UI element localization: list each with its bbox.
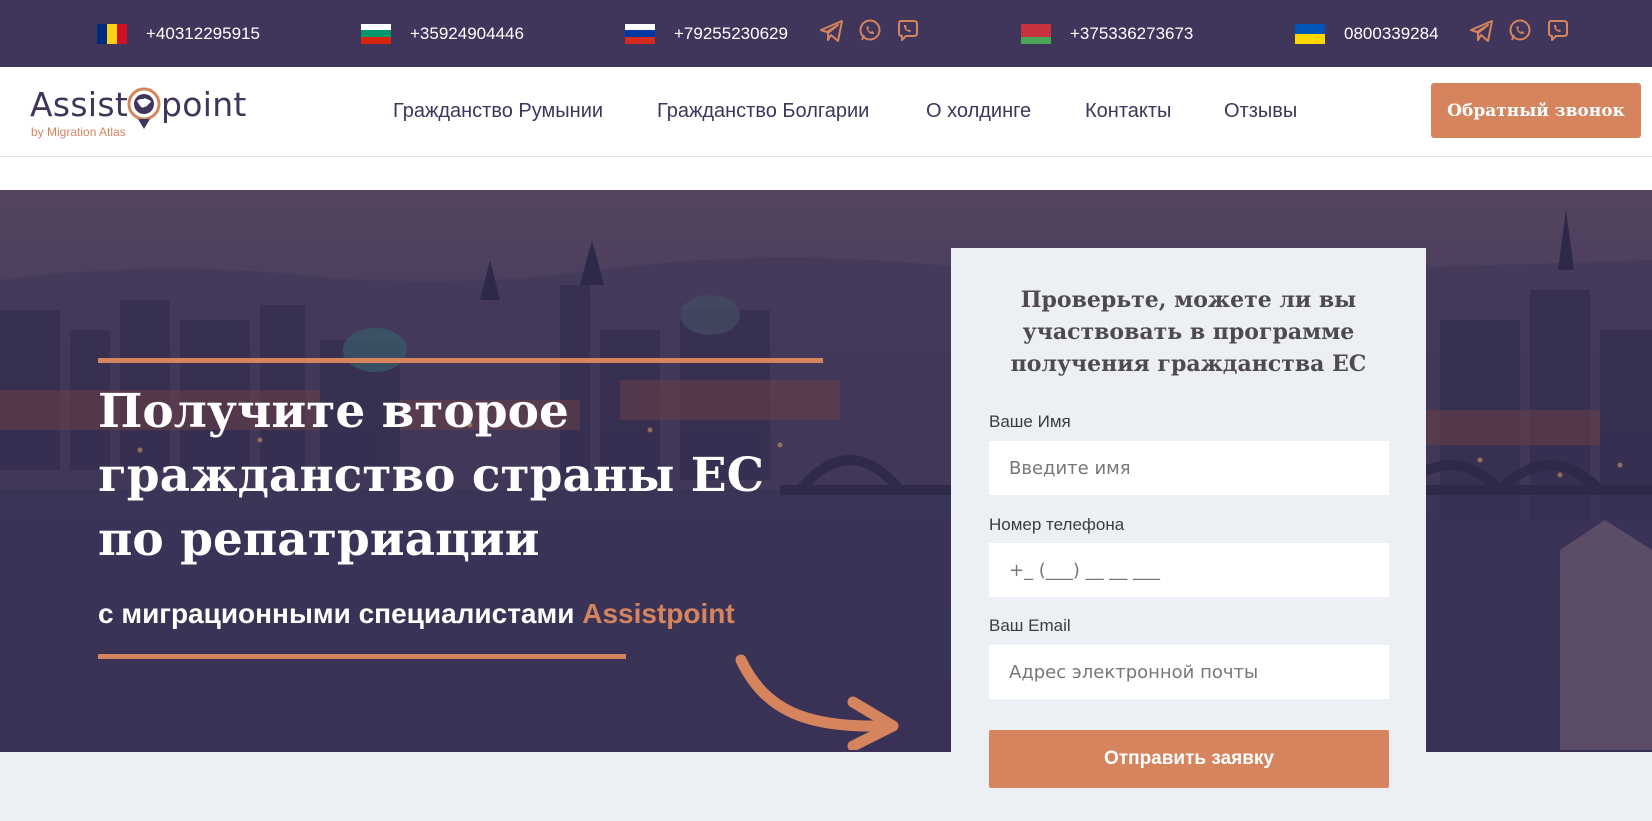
nav-link[interactable]: Отзывы bbox=[1224, 100, 1297, 123]
logo-text-point: point bbox=[161, 85, 247, 124]
viber-icon[interactable] bbox=[895, 18, 921, 44]
phone-number[interactable]: +375336273673 bbox=[1070, 24, 1193, 44]
site-header: Assist point by Migration Atlas Гражданс… bbox=[0, 67, 1652, 156]
whatsapp-icon[interactable] bbox=[857, 18, 883, 44]
whatsapp-icon[interactable] bbox=[1507, 18, 1533, 44]
phone-number[interactable]: +35924904446 bbox=[410, 24, 524, 44]
email-label: Ваш Email bbox=[989, 616, 1071, 635]
hero-title: Получите второе гражданство страны ЕС по… bbox=[98, 384, 765, 567]
phone-romania[interactable]: +40312295915 bbox=[97, 0, 260, 67]
callback-button[interactable]: Обратный звонок bbox=[1431, 83, 1641, 138]
nav-item-reviews[interactable]: Отзывы bbox=[1224, 67, 1297, 156]
hero-bottom-rule bbox=[98, 654, 626, 659]
phone-russia[interactable]: +79255230629 bbox=[625, 0, 788, 67]
name-input[interactable] bbox=[989, 441, 1389, 495]
logo-text-assist: Assist bbox=[30, 85, 129, 124]
nav-item-romania[interactable]: Гражданство Румынии bbox=[393, 67, 603, 156]
phone-belarus[interactable]: +375336273673 bbox=[1021, 0, 1193, 67]
bulgaria-flag-icon bbox=[361, 23, 391, 44]
submit-button[interactable]: Отправить заявку bbox=[989, 730, 1389, 788]
nav-link[interactable]: Гражданство Румынии bbox=[393, 100, 603, 123]
globe-pin-icon bbox=[127, 87, 161, 129]
phone-label: Номер телефона bbox=[989, 515, 1125, 534]
logo-subtitle: by Migration Atlas bbox=[31, 125, 126, 139]
romania-flag-icon bbox=[97, 23, 127, 44]
site-logo[interactable]: Assist point by Migration Atlas bbox=[30, 85, 260, 145]
top-contact-bar: +40312295915 +35924904446 +79255230629 +… bbox=[0, 0, 1652, 67]
phone-input[interactable] bbox=[989, 543, 1389, 597]
curved-arrow-icon bbox=[735, 654, 899, 750]
nav-link[interactable]: О холдинге bbox=[926, 100, 1031, 123]
header-divider-strip bbox=[0, 156, 1652, 190]
form-title: Проверьте, можете ли вы участвовать в пр… bbox=[1010, 287, 1367, 377]
phone-bulgaria[interactable]: +35924904446 bbox=[361, 0, 524, 67]
phone-number[interactable]: +79255230629 bbox=[674, 24, 788, 44]
viber-icon[interactable] bbox=[1545, 18, 1571, 44]
ukraine-flag-icon bbox=[1295, 23, 1325, 44]
nav-item-bulgaria[interactable]: Гражданство Болгарии bbox=[657, 67, 869, 156]
belarus-flag-icon bbox=[1021, 23, 1051, 44]
hero-brand-name: Assistpoint bbox=[582, 598, 735, 629]
phone-number[interactable]: +40312295915 bbox=[146, 24, 260, 44]
hero-subtitle: с миграционными специалистами Assistpoin… bbox=[98, 598, 735, 630]
name-label: Ваше Имя bbox=[989, 412, 1071, 431]
nav-link[interactable]: Гражданство Болгарии bbox=[657, 100, 869, 123]
nav-link[interactable]: Контакты bbox=[1085, 100, 1171, 123]
email-input[interactable] bbox=[989, 645, 1389, 699]
phone-number[interactable]: 0800339284 bbox=[1344, 24, 1439, 44]
russia-flag-icon bbox=[625, 23, 655, 44]
telegram-icon[interactable] bbox=[819, 18, 845, 44]
nav-item-contacts[interactable]: Контакты bbox=[1085, 67, 1171, 156]
phone-ukraine[interactable]: 0800339284 bbox=[1295, 0, 1439, 67]
hero-top-rule bbox=[98, 358, 823, 363]
eligibility-form: Проверьте, можете ли вы участвовать в пр… bbox=[951, 248, 1426, 821]
telegram-icon[interactable] bbox=[1469, 18, 1495, 44]
nav-item-about[interactable]: О холдинге bbox=[926, 67, 1031, 156]
hero-subtitle-text: с миграционными специалистами bbox=[98, 598, 575, 629]
